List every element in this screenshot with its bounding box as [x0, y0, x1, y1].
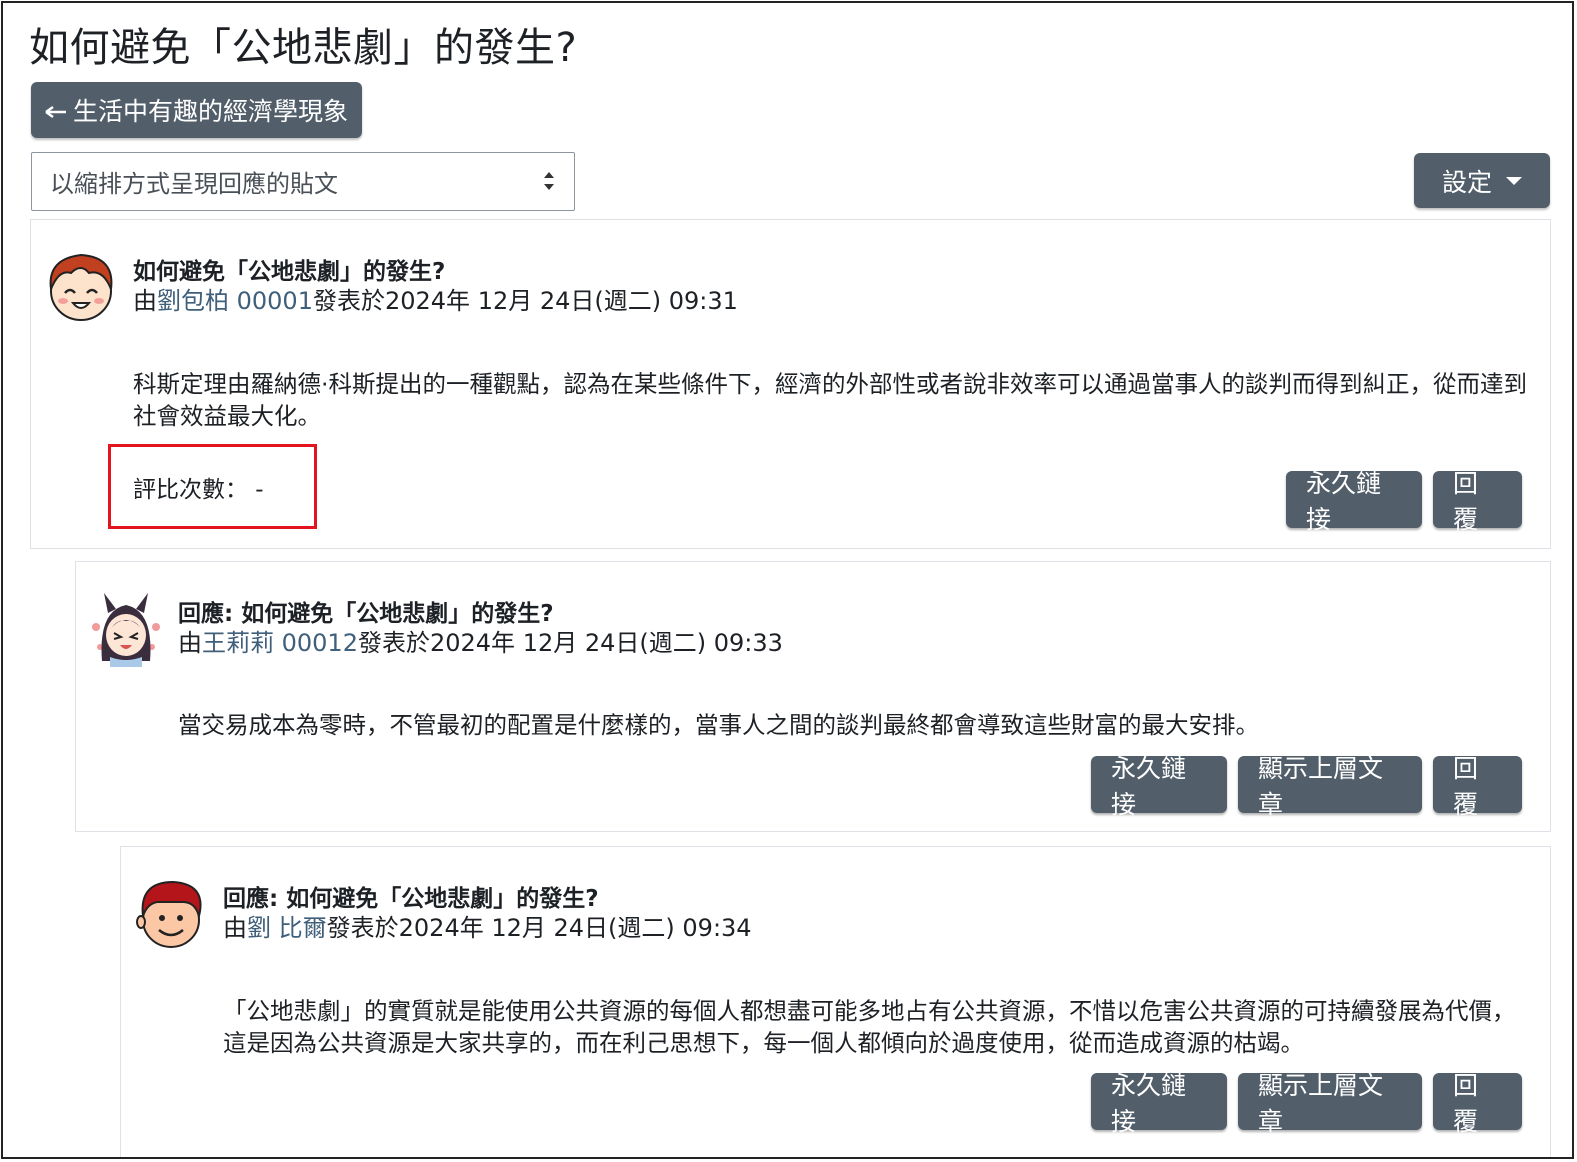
post-byline: 由王莉莉 00012發表於2024年 12月 24日(週二) 09:33: [178, 623, 783, 658]
forum-post-reply: 回應: 如何避免「公地悲劇」的發生? 由王莉莉 00012發表於2024年 12…: [75, 561, 1551, 832]
back-to-forum-button[interactable]: 生活中有趣的經濟學現象: [31, 82, 362, 138]
author-link[interactable]: 劉 比爾: [247, 914, 327, 942]
posted-date: 發表於2024年 12月 24日(週二) 09:31: [312, 287, 738, 315]
by-prefix: 由: [178, 629, 202, 657]
reply-button[interactable]: 回覆: [1433, 754, 1522, 819]
post-content: 當交易成本為零時，不管最初的配置是什麼樣的，當事人之間的談判最終都會導致這些財富…: [178, 711, 1259, 739]
permalink-button[interactable]: 永久鏈接: [1091, 754, 1227, 819]
post-actions: 永久鏈接 回覆: [1286, 469, 1522, 534]
post-content: 「公地悲劇」的實質就是能使用公共資源的每個人都想盡可能多地占有公共資源，不惜以危…: [223, 997, 1516, 1057]
by-prefix: 由: [223, 914, 247, 942]
forum-discussion-page: 如何避免「公地悲劇」的發生? 生活中有趣的經濟學現象 以縮排方式呈現回應的貼文 …: [1, 1, 1574, 1159]
caret-down-icon: [1506, 176, 1522, 185]
posted-date: 發表於2024年 12月 24日(週二) 09:33: [357, 629, 783, 657]
forum-post: 如何避免「公地悲劇」的發生? 由劉包柏 00001發表於2024年 12月 24…: [30, 219, 1551, 549]
select-arrows-icon: [542, 170, 556, 192]
by-prefix: 由: [133, 287, 157, 315]
rating-count: 評比次數： -: [133, 477, 264, 503]
posted-date: 發表於2024年 12月 24日(週二) 09:34: [326, 914, 752, 942]
reply-button[interactable]: 回覆: [1433, 469, 1522, 534]
post-byline: 由劉 比爾發表於2024年 12月 24日(週二) 09:34: [223, 908, 752, 943]
permalink-button[interactable]: 永久鏈接: [1286, 469, 1422, 534]
avatar[interactable]: [133, 876, 209, 952]
settings-dropdown-button[interactable]: 設定: [1414, 153, 1550, 208]
back-arrow-icon: [45, 96, 67, 125]
display-mode-value: 以縮排方式呈現回應的貼文: [50, 170, 338, 198]
show-parent-button[interactable]: 顯示上層文章: [1238, 1071, 1422, 1136]
avatar[interactable]: [43, 249, 119, 325]
display-mode-select[interactable]: 以縮排方式呈現回應的貼文: [31, 152, 575, 211]
post-byline: 由劉包柏 00001發表於2024年 12月 24日(週二) 09:31: [133, 281, 738, 316]
reply-button[interactable]: 回覆: [1433, 1071, 1522, 1136]
back-button-label: 生活中有趣的經濟學現象: [72, 97, 348, 126]
author-link[interactable]: 劉包柏 00001: [157, 287, 313, 315]
author-link[interactable]: 王莉莉 00012: [202, 629, 358, 657]
forum-post-reply: 回應: 如何避免「公地悲劇」的發生? 由劉 比爾發表於2024年 12月 24日…: [120, 846, 1551, 1157]
post-content: 科斯定理由羅納德·科斯提出的一種觀點，認為在某些條件下，經濟的外部性或者說非效率…: [133, 370, 1527, 430]
post-actions: 永久鏈接 顯示上層文章 回覆: [1091, 1071, 1522, 1136]
post-actions: 永久鏈接 顯示上層文章 回覆: [1091, 754, 1522, 819]
page-title: 如何避免「公地悲劇」的發生?: [29, 25, 578, 71]
avatar[interactable]: [88, 591, 164, 667]
settings-label: 設定: [1441, 167, 1492, 197]
show-parent-button[interactable]: 顯示上層文章: [1238, 754, 1422, 819]
permalink-button[interactable]: 永久鏈接: [1091, 1071, 1227, 1136]
